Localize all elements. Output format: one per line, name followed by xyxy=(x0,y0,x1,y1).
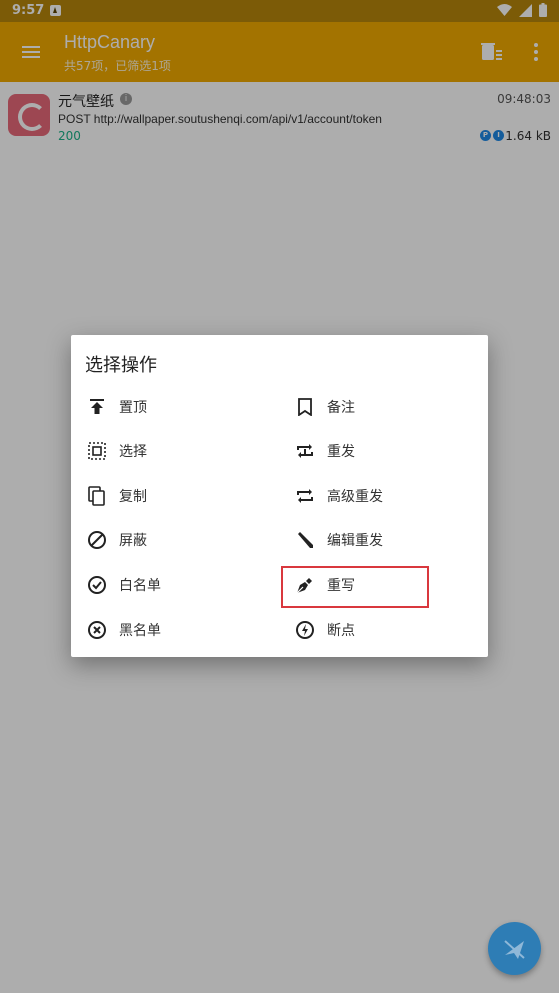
option-label: 断点 xyxy=(327,623,355,639)
option-note[interactable]: 备注 xyxy=(281,387,481,427)
highlight-rewrite-option xyxy=(281,566,429,608)
block-icon xyxy=(87,530,107,550)
capture-fab[interactable] xyxy=(488,922,541,975)
pencil-icon xyxy=(295,530,315,550)
option-label: 复制 xyxy=(119,489,147,505)
option-label: 屏蔽 xyxy=(119,533,147,549)
repeat-one-icon xyxy=(295,441,315,461)
option-label: 白名单 xyxy=(119,578,161,594)
option-pin-top[interactable]: 置顶 xyxy=(73,387,273,427)
option-block[interactable]: 屏蔽 xyxy=(73,520,273,560)
x-circle-icon xyxy=(87,620,107,640)
option-select[interactable]: 选择 xyxy=(73,431,273,471)
option-label: 黑名单 xyxy=(119,623,161,639)
option-label: 编辑重发 xyxy=(327,533,383,549)
option-advanced-resend[interactable]: 高级重发 xyxy=(281,476,481,516)
option-label: 选择 xyxy=(119,444,147,460)
check-circle-icon xyxy=(87,575,107,595)
option-breakpoint[interactable]: 断点 xyxy=(281,610,481,650)
paper-plane-off-icon xyxy=(504,940,525,959)
option-copy[interactable]: 复制 xyxy=(73,476,273,516)
option-whitelist[interactable]: 白名单 xyxy=(73,565,273,605)
action-dialog: 选择操作 置顶 选择 复制 屏蔽 白名单 黑名单 备注 重发 高级重发 编辑重发… xyxy=(71,335,488,657)
dialog-title: 选择操作 xyxy=(85,355,157,376)
option-label: 重发 xyxy=(327,444,355,460)
pin-top-icon xyxy=(87,397,107,417)
repeat-icon xyxy=(295,486,315,506)
option-edit-resend[interactable]: 编辑重发 xyxy=(281,520,481,560)
breakpoint-icon xyxy=(295,620,315,640)
option-label: 高级重发 xyxy=(327,489,383,505)
option-label: 置顶 xyxy=(119,400,147,416)
option-resend[interactable]: 重发 xyxy=(281,431,481,471)
select-icon xyxy=(87,441,107,461)
bookmark-icon xyxy=(295,397,315,417)
option-label: 备注 xyxy=(327,400,355,416)
copy-icon xyxy=(87,486,107,506)
option-blacklist[interactable]: 黑名单 xyxy=(73,610,273,650)
